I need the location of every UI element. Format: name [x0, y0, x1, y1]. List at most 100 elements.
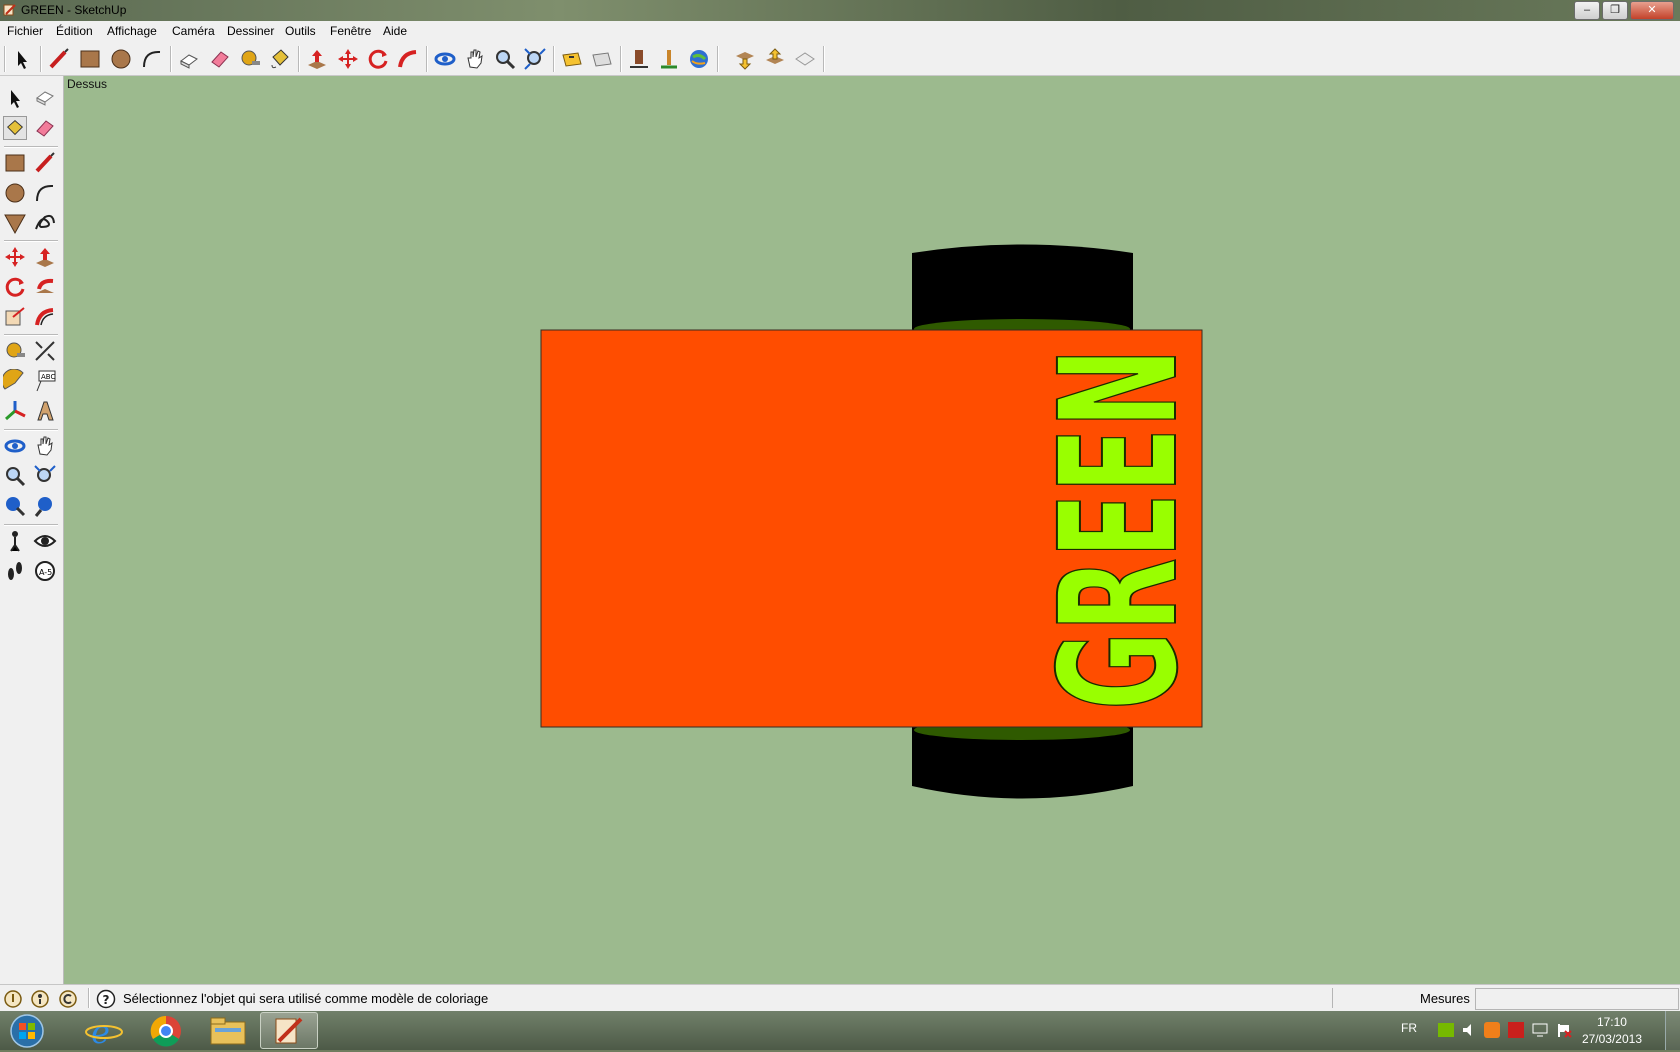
- zoom-extents-icon[interactable]: [33, 494, 57, 518]
- share-component-icon[interactable]: [763, 47, 787, 71]
- rotate-icon[interactable]: [3, 275, 27, 299]
- display-icon[interactable]: [1532, 1023, 1548, 1037]
- get-photo-texture-icon[interactable]: [627, 47, 651, 71]
- menu-camera[interactable]: Caméra: [172, 24, 215, 38]
- make-component-icon[interactable]: [177, 47, 201, 71]
- folder-icon: [210, 1017, 246, 1045]
- rectangle-icon[interactable]: [78, 47, 102, 71]
- move-icon[interactable]: [3, 245, 27, 269]
- menu-fichier[interactable]: Fichier: [7, 24, 43, 38]
- eraser-icon[interactable]: [33, 116, 57, 140]
- text-tool-icon[interactable]: ABC: [33, 369, 57, 393]
- menu-affichage[interactable]: Affichage: [107, 24, 157, 38]
- 3d-text-icon[interactable]: [33, 399, 57, 423]
- walk-icon[interactable]: [3, 559, 27, 583]
- svg-text:?: ?: [103, 993, 110, 1007]
- look-around-icon[interactable]: [33, 529, 57, 553]
- make-component-icon[interactable]: [33, 86, 57, 110]
- circle-icon[interactable]: [109, 47, 133, 71]
- zoom-icon[interactable]: [493, 47, 517, 71]
- axes-icon[interactable]: [3, 399, 27, 423]
- protractor-icon[interactable]: [3, 369, 27, 393]
- offset-icon[interactable]: [33, 305, 57, 329]
- follow-me-icon[interactable]: [33, 275, 57, 299]
- taskbar-internet-explorer[interactable]: e: [76, 1012, 134, 1051]
- dimension-icon[interactable]: [33, 339, 57, 363]
- credits-icon[interactable]: [30, 989, 50, 1009]
- left-toolbar: ABC A-5: [0, 76, 64, 984]
- geo-location-icon[interactable]: [3, 989, 23, 1009]
- status-message: Sélectionnez l'objet qui sera utilisé co…: [123, 991, 489, 1006]
- main-toolbar: [0, 42, 1680, 76]
- minimize-button[interactable]: –: [1574, 1, 1600, 20]
- rectangle-icon[interactable]: [3, 151, 27, 175]
- google-earth-icon[interactable]: [687, 47, 711, 71]
- close-button[interactable]: ✕: [1630, 1, 1674, 20]
- line-icon[interactable]: [47, 47, 71, 71]
- model-scene[interactable]: GREEN: [64, 76, 1680, 984]
- start-button-icon[interactable]: [4, 1011, 50, 1050]
- menu-outils[interactable]: Outils: [285, 24, 316, 38]
- move-icon[interactable]: [336, 47, 360, 71]
- sketchup-app-icon[interactable]: [3, 3, 17, 17]
- action-center-icon[interactable]: [1556, 1022, 1572, 1038]
- get-models-icon[interactable]: [733, 47, 757, 71]
- volume-icon[interactable]: [1462, 1023, 1476, 1037]
- measurements-field[interactable]: [1475, 988, 1679, 1010]
- arc-icon[interactable]: [140, 47, 164, 71]
- menu-aide[interactable]: Aide: [383, 24, 407, 38]
- avast-icon[interactable]: [1484, 1022, 1500, 1038]
- line-icon[interactable]: [33, 151, 57, 175]
- section-plane-icon[interactable]: A-5: [33, 559, 57, 583]
- rotate-icon[interactable]: [366, 47, 390, 71]
- taskbar-explorer[interactable]: [199, 1012, 257, 1049]
- previous-view-icon[interactable]: [3, 494, 27, 518]
- clock-time: 17:10: [1596, 1015, 1627, 1029]
- paint-bucket-icon[interactable]: [3, 116, 27, 140]
- zoom-icon[interactable]: [3, 464, 27, 488]
- eraser-icon[interactable]: [208, 47, 232, 71]
- dynamic-component-icon[interactable]: [793, 47, 817, 71]
- circle-icon[interactable]: [3, 181, 27, 205]
- paint-bucket-icon[interactable]: [268, 47, 292, 71]
- help-icon[interactable]: ?: [96, 989, 116, 1009]
- taskbar-sketchup[interactable]: [260, 1012, 318, 1049]
- internet-explorer-icon: e: [85, 1013, 123, 1051]
- select-icon[interactable]: [3, 86, 27, 110]
- menu-edition[interactable]: Édition: [56, 24, 93, 38]
- clock[interactable]: 17:10 27/03/2013: [1582, 1014, 1642, 1048]
- push-pull-icon[interactable]: [33, 245, 57, 269]
- acrobat-icon[interactable]: [1508, 1022, 1524, 1038]
- language-indicator[interactable]: FR: [1401, 1021, 1417, 1035]
- pan-icon[interactable]: [463, 47, 487, 71]
- 3d-warehouse-get-icon[interactable]: [560, 47, 584, 71]
- tape-measure-icon[interactable]: [3, 339, 27, 363]
- position-camera-icon[interactable]: [3, 529, 27, 553]
- push-pull-icon[interactable]: [305, 47, 329, 71]
- share-model-icon[interactable]: [590, 47, 614, 71]
- freehand-icon[interactable]: [33, 211, 57, 235]
- menu-fenetre[interactable]: Fenêtre: [330, 24, 371, 38]
- orbit-icon[interactable]: [3, 434, 27, 458]
- tape-measure-icon[interactable]: [238, 47, 262, 71]
- zoom-window-icon[interactable]: [33, 464, 57, 488]
- pan-icon[interactable]: [33, 434, 57, 458]
- window-title: GREEN - SketchUp: [21, 3, 127, 17]
- menu-dessiner[interactable]: Dessiner: [227, 24, 274, 38]
- select-icon[interactable]: [10, 47, 34, 71]
- follow-me-icon[interactable]: [396, 47, 420, 71]
- nvidia-icon[interactable]: [1438, 1023, 1454, 1037]
- scale-icon[interactable]: [3, 305, 27, 329]
- taskbar: e FR 17:10 27/03/2013: [0, 1011, 1680, 1051]
- model-viewport[interactable]: Dessus GREEN: [64, 76, 1680, 984]
- zoom-extents-icon[interactable]: [523, 47, 547, 71]
- add-location-icon[interactable]: [657, 47, 681, 71]
- orbit-icon[interactable]: [433, 47, 457, 71]
- arc-icon[interactable]: [33, 181, 57, 205]
- green-label[interactable]: GREEN: [1025, 347, 1215, 711]
- copyright-icon[interactable]: [58, 989, 78, 1009]
- show-desktop-button[interactable]: [1665, 1011, 1680, 1050]
- maximize-button[interactable]: ❐: [1602, 1, 1628, 20]
- taskbar-chrome[interactable]: [137, 1012, 195, 1049]
- polygon-icon[interactable]: [3, 211, 27, 235]
